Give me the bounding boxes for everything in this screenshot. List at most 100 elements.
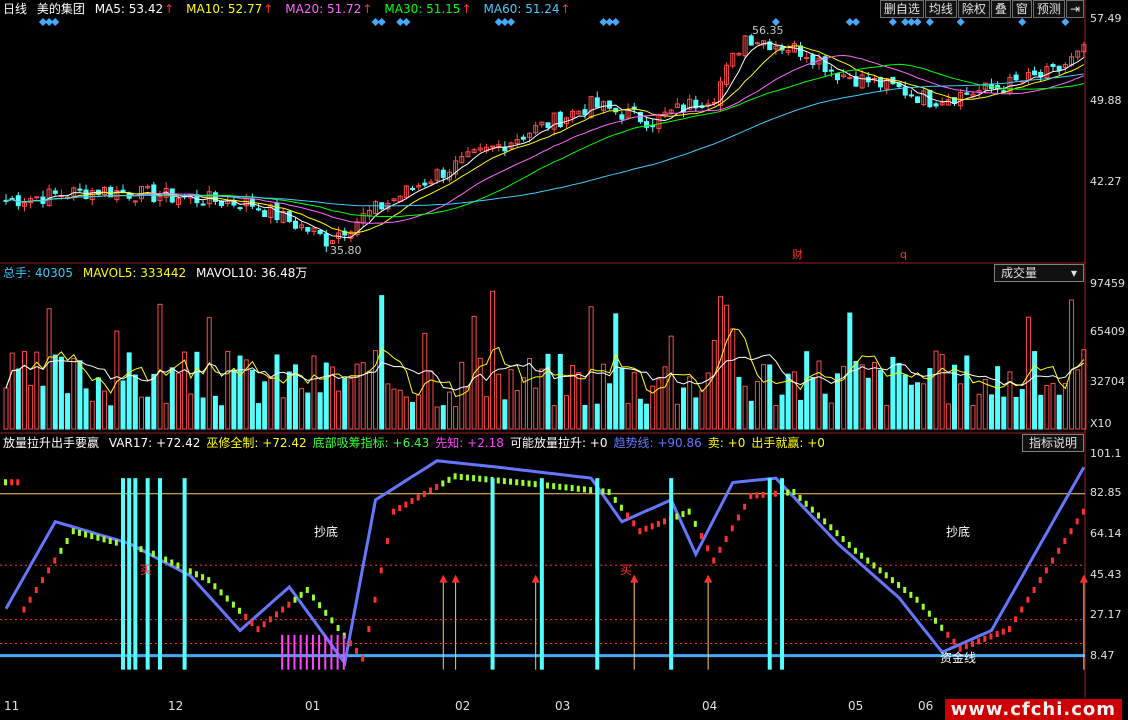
- stair-bar: [188, 568, 192, 575]
- arrow-up-icon: ↑: [461, 2, 472, 16]
- volume-bar: [280, 397, 286, 430]
- stair-bar: [96, 534, 100, 541]
- stair-bar: [1063, 537, 1067, 544]
- toolbar-button-4[interactable]: 窗: [1011, 0, 1032, 18]
- stair-bar: [693, 520, 697, 527]
- stair-bar: [915, 596, 919, 603]
- date-label: 03: [555, 699, 571, 713]
- candle-body: [1032, 70, 1038, 76]
- toolbar-button-2[interactable]: 除权: [957, 0, 990, 18]
- stair-bar: [853, 547, 857, 554]
- price-pane[interactable]: 56.35 35.80 财 q 日线 美的集团 MA5: 53.42↑ MA10: 52…: [0, 0, 1128, 264]
- buy-arrow: [531, 574, 540, 583]
- date-label: 12: [168, 699, 184, 713]
- volume-bar: [970, 405, 976, 430]
- candle-body: [15, 195, 21, 207]
- volume-tick: 65409: [1090, 325, 1125, 338]
- stair-bar: [718, 546, 722, 553]
- stair-bar: [102, 536, 106, 543]
- stair-bar: [65, 537, 69, 544]
- toolbar-button-1[interactable]: 均线: [924, 0, 957, 18]
- stair-bar: [632, 520, 636, 527]
- indicator-chart[interactable]: 抄底 抄底买 买资金线: [0, 434, 1128, 698]
- volume-bar: [810, 376, 816, 430]
- stair-bar: [225, 595, 229, 602]
- volume-bar: [163, 402, 169, 430]
- candle-body: [619, 114, 625, 120]
- chevron-down-icon: ▾: [1070, 266, 1077, 280]
- candle-body: [834, 73, 840, 81]
- volume-bar: [576, 372, 582, 430]
- volume-bar: [527, 358, 533, 430]
- volume-bar: [151, 373, 157, 430]
- stair-bar: [22, 606, 26, 613]
- volume-bar: [46, 308, 52, 430]
- stair-bar: [496, 477, 500, 484]
- stair-bar: [256, 626, 260, 633]
- volume-bar: [539, 368, 545, 430]
- chart-toolbar: 删自选 均线 除权叠窗预测 ⇥: [879, 0, 1084, 18]
- volume-chart[interactable]: [0, 264, 1128, 434]
- volume-bar: [668, 335, 674, 430]
- volume-bar: [502, 399, 508, 430]
- signal-bar: [767, 478, 772, 670]
- volume-bar: [1007, 371, 1013, 430]
- toolbar-button-6[interactable]: ⇥: [1065, 0, 1084, 18]
- volume-bar: [1075, 369, 1081, 430]
- volume-bar: [465, 387, 471, 430]
- signal-diamond: [925, 18, 934, 26]
- indicator-value: VAR17: +72.42: [108, 436, 201, 450]
- stair-bar: [736, 514, 740, 521]
- stair-bar: [422, 490, 426, 497]
- signal-diamond: [913, 18, 922, 26]
- volume-bar: [1038, 394, 1044, 430]
- signal-bar: [182, 478, 187, 670]
- toolbar-button-0[interactable]: 删自选: [879, 0, 924, 18]
- stair-bar: [656, 520, 660, 527]
- xianzhi-bar: [299, 634, 302, 670]
- stair-bar: [201, 574, 205, 581]
- volume-bar: [403, 396, 409, 430]
- candle-body: [292, 220, 298, 229]
- xianzhi-bar: [305, 634, 308, 670]
- price-tick: 57.49: [1090, 12, 1122, 25]
- stair-bar: [318, 602, 322, 609]
- stair-bar: [564, 484, 568, 491]
- stair-bar: [866, 557, 870, 564]
- stair-bar: [638, 528, 642, 535]
- volume-bar: [533, 387, 539, 430]
- volume-bar: [754, 381, 760, 430]
- stair-bar: [231, 601, 235, 608]
- stair-bar: [749, 492, 753, 499]
- indicator-value: 趋势线: +90.86: [613, 436, 702, 450]
- stair-bar: [650, 523, 654, 530]
- stair-bar: [34, 586, 38, 593]
- toolbar-button-3[interactable]: 叠: [990, 0, 1011, 18]
- volume-bar: [508, 369, 514, 430]
- stair-bar: [546, 482, 549, 489]
- stair-bar: [207, 577, 211, 584]
- stair-bar: [601, 488, 605, 495]
- volume-bar: [761, 364, 767, 430]
- toolbar-button-5[interactable]: 预测: [1032, 0, 1065, 18]
- indicator-pane[interactable]: 抄底 抄底买 买资金线 放量拉升出手要嬴 VAR17: +72.42 巫修全制: +7…: [0, 434, 1128, 698]
- volume-bar: [902, 374, 908, 430]
- stair-bar: [860, 552, 864, 559]
- volume-bar: [681, 387, 686, 430]
- volume-pane[interactable]: 总手: 40305 MAVOL5: 333442 MAVOL10: 36.48万…: [0, 264, 1128, 434]
- stair-bar: [847, 541, 851, 548]
- volume-bar: [286, 371, 292, 430]
- candlestick-chart[interactable]: 56.35 35.80 财 q: [0, 0, 1128, 264]
- volume-bar: [693, 397, 699, 430]
- indicator-help-button[interactable]: 指标说明: [1021, 434, 1084, 452]
- stair-bar: [890, 577, 894, 584]
- volume-bar: [1069, 299, 1075, 430]
- volume-bar: [804, 351, 810, 430]
- candle-body: [502, 146, 508, 152]
- volume-bar: [730, 328, 736, 430]
- stair-bar: [219, 589, 223, 596]
- volume-indicator-select[interactable]: 成交量 ▾: [994, 264, 1084, 282]
- indicator-help-label: 指标说明: [1028, 436, 1077, 450]
- volume-bar: [212, 395, 218, 430]
- indicator-value: 出手就赢: +0: [751, 436, 825, 450]
